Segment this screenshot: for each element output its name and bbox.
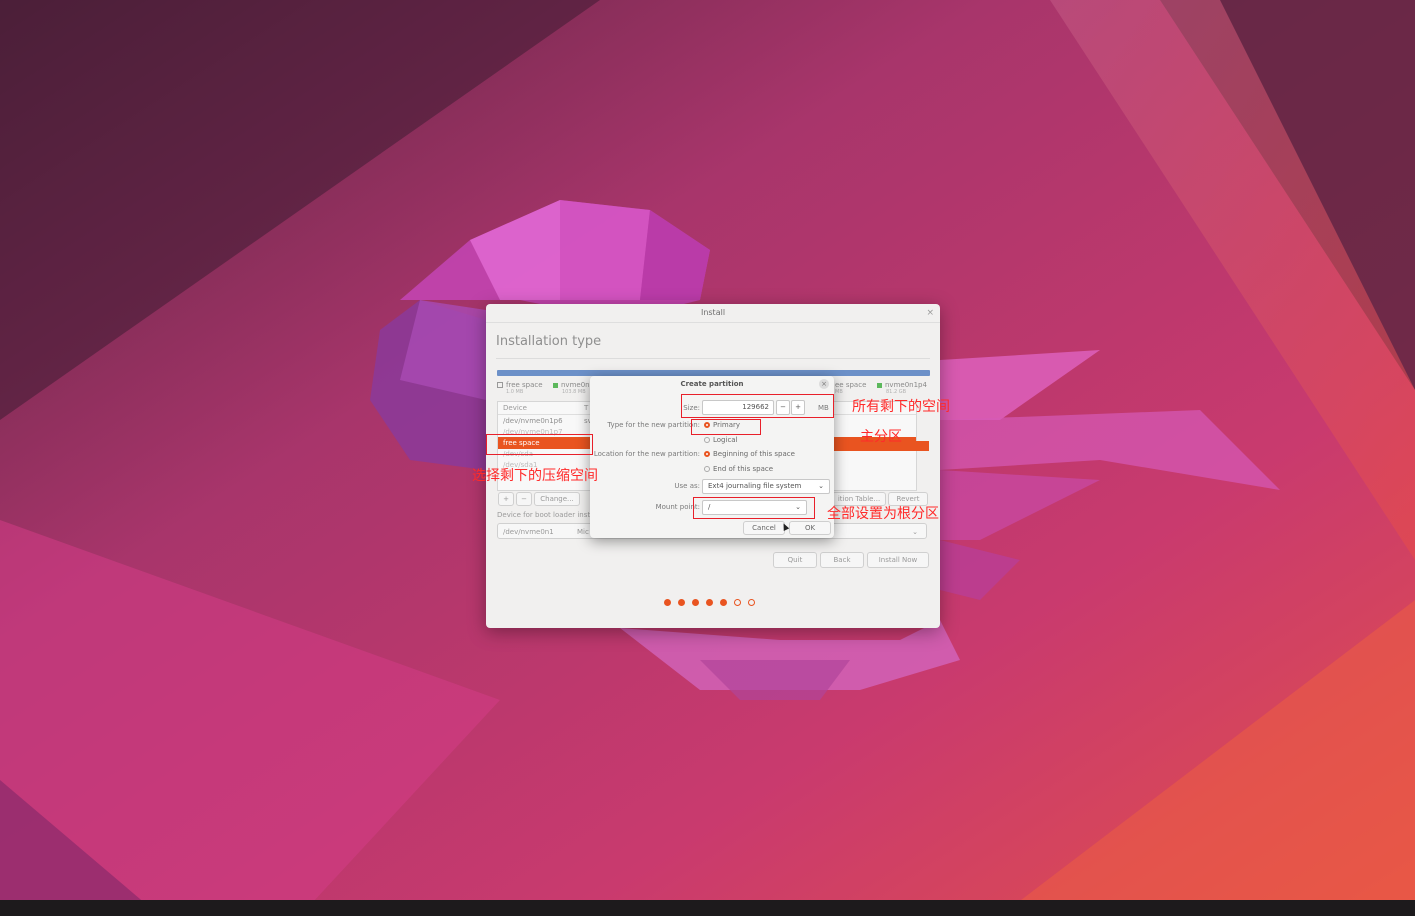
legend-item-free-space: free space 1.0 MB [497, 381, 543, 395]
type-label: Type for the new partition: [607, 421, 700, 429]
radio-unselected-icon [704, 437, 710, 443]
legend-item-nvme0n1p4: nvme0n1p4 81.2 GB [877, 381, 927, 395]
legend-label: ee space [835, 381, 867, 389]
partition-swatch [877, 382, 882, 388]
installer-titlebar: Install × [486, 304, 940, 323]
boot-loader-description: Mic [577, 528, 589, 536]
radio-selected-icon [704, 451, 710, 457]
legend-size: 103.8 MB [562, 389, 586, 395]
radio-label: Logical [713, 436, 738, 444]
progress-dot-complete [706, 599, 713, 606]
progress-dot-pending [734, 599, 741, 606]
radio-label: Beginning of this space [713, 450, 795, 458]
dialog-titlebar: Create partition × [590, 376, 834, 393]
legend-size: 81.2 GB [886, 389, 907, 395]
legend-size: 1.0 MB [506, 389, 524, 395]
annotation-box-primary [691, 419, 761, 435]
annotation-box-size [681, 394, 834, 418]
radio-end[interactable]: End of this space [704, 465, 773, 473]
annotation-box-mount-point [693, 497, 815, 519]
boot-loader-label: Device for boot loader inst [497, 511, 591, 519]
radio-logical[interactable]: Logical [704, 436, 738, 444]
progress-dot-complete [720, 599, 727, 606]
progress-dot-complete [664, 599, 671, 606]
annotation-free-space-note: 选择剩下的压缩空间 [472, 468, 598, 484]
add-partition-button[interactable]: + [498, 492, 514, 506]
radio-beginning[interactable]: Beginning of this space [704, 450, 795, 458]
radio-label: End of this space [713, 465, 774, 473]
use-as-label: Use as: [674, 482, 700, 490]
divider [496, 358, 930, 359]
legend-item-free-space-2: ee space MB [835, 381, 866, 395]
close-icon[interactable]: × [926, 304, 934, 322]
legend-label: free space [506, 381, 543, 389]
legend-label: nvme0n1p4 [885, 381, 927, 389]
legend-item-nvme0n: nvme0n 103.8 MB [553, 381, 590, 395]
chevron-down-icon: ⌄ [912, 528, 918, 536]
column-header-type: T [584, 404, 589, 412]
progress-dots [664, 599, 762, 608]
page-title: Installation type [496, 334, 602, 349]
location-label: Location for the new partition: [593, 450, 700, 458]
install-now-button[interactable]: Install Now [867, 552, 929, 568]
progress-dot-pending [748, 599, 755, 606]
change-partition-button[interactable]: Change... [534, 492, 580, 506]
progress-dot-complete [692, 599, 699, 606]
boot-loader-device: /dev/nvme0n1 [503, 528, 554, 536]
mount-point-label: Mount point: [655, 503, 700, 511]
remove-partition-button[interactable]: − [516, 492, 532, 506]
legend-label: nvme0n [561, 381, 590, 389]
ok-button[interactable]: OK [789, 521, 831, 535]
cancel-button[interactable]: Cancel [743, 521, 785, 535]
installer-window-title: Install [700, 308, 726, 317]
radio-unselected-icon [704, 466, 710, 472]
annotation-mount-note: 全部设置为根分区 [827, 506, 939, 522]
dialog-title: Create partition [680, 380, 744, 388]
annotation-box-free-space [486, 434, 593, 455]
row-device: /dev/nvme0n1p6 [503, 417, 563, 425]
chevron-down-icon: ⌄ [818, 482, 824, 490]
free-space-swatch [497, 382, 503, 388]
legend-size: MB [835, 389, 843, 395]
annotation-primary-note: 主分区 [860, 429, 902, 445]
progress-dot-complete [678, 599, 685, 606]
annotation-size-note: 所有剩下的空间 [852, 399, 950, 415]
quit-button[interactable]: Quit [773, 552, 817, 568]
back-button[interactable]: Back [820, 552, 864, 568]
partition-swatch [553, 382, 558, 388]
close-icon[interactable]: × [819, 379, 829, 389]
use-as-select[interactable]: Ext4 journaling file system ⌄ [702, 479, 830, 494]
use-as-value: Ext4 journaling file system [708, 482, 802, 490]
column-header-device: Device [503, 404, 527, 412]
